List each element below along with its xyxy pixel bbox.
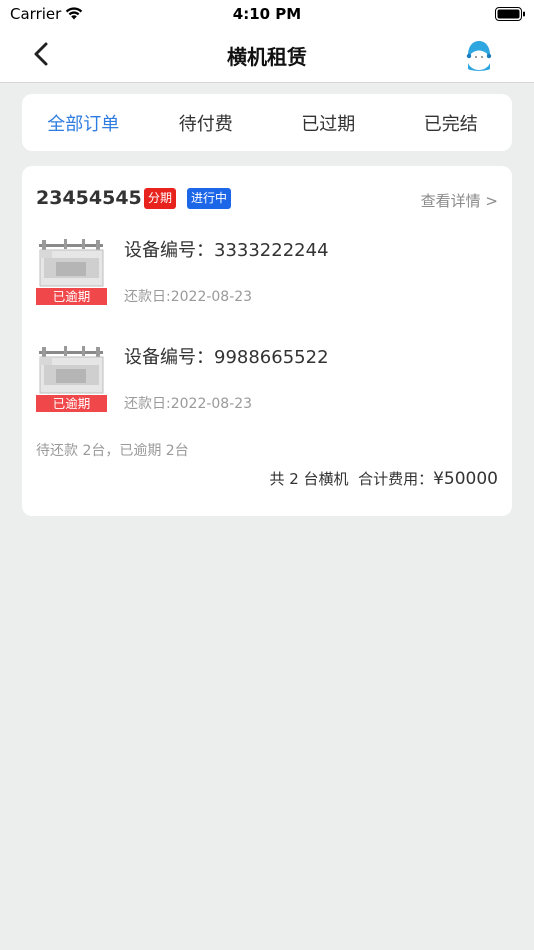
total-label: 合计费用： <box>358 470 434 488</box>
order-total: 共 2 台横机 合计费用：¥50000 <box>269 468 498 489</box>
battery-icon <box>495 7 525 21</box>
device-number: 设备编号：9988665522 <box>124 347 329 368</box>
repayment-summary: 待还款 2台，已逾期 2台 <box>36 443 189 459</box>
customer-service-avatar-icon <box>466 41 492 71</box>
order-id: 23454545 <box>36 187 142 209</box>
overdue-tag: 已逾期 <box>36 288 107 305</box>
customer-service-button[interactable] <box>463 38 495 72</box>
status-bar: Carrier 4:10 PM <box>0 0 534 28</box>
view-details-link[interactable]: 查看详情 > <box>421 190 498 211</box>
order-card[interactable]: 23454545 分期 进行中 查看详情 > 已逾期 设备编号：33332222… <box>22 166 512 516</box>
tab-pending-payment[interactable]: 待付费 <box>145 110 268 136</box>
status-badge: 进行中 <box>187 188 232 209</box>
total-amount: ¥50000 <box>433 469 498 489</box>
device-item[interactable]: 已逾期 设备编号：3333222244 还款日:2022-08-23 <box>36 236 498 316</box>
device-item[interactable]: 已逾期 设备编号：9988665522 还款日:2022-08-23 <box>36 343 498 423</box>
status-time: 4:10 PM <box>232 5 302 23</box>
installment-badge: 分期 <box>144 188 177 209</box>
overdue-tag: 已逾期 <box>36 395 107 412</box>
device-number: 设备编号：3333222244 <box>124 240 329 261</box>
tab-expired[interactable]: 已过期 <box>267 110 390 136</box>
repayment-date: 还款日:2022-08-23 <box>124 396 253 412</box>
order-tabs: 全部订单 待付费 已过期 已完结 <box>22 94 512 151</box>
tab-completed[interactable]: 已完结 <box>390 110 513 136</box>
tab-all-orders[interactable]: 全部订单 <box>22 110 145 136</box>
machine-count: 共 2 台横机 <box>269 470 349 488</box>
nav-bar: 横机租赁 <box>0 28 534 83</box>
repayment-date: 还款日:2022-08-23 <box>124 289 253 305</box>
page-title: 横机租赁 <box>227 45 307 69</box>
